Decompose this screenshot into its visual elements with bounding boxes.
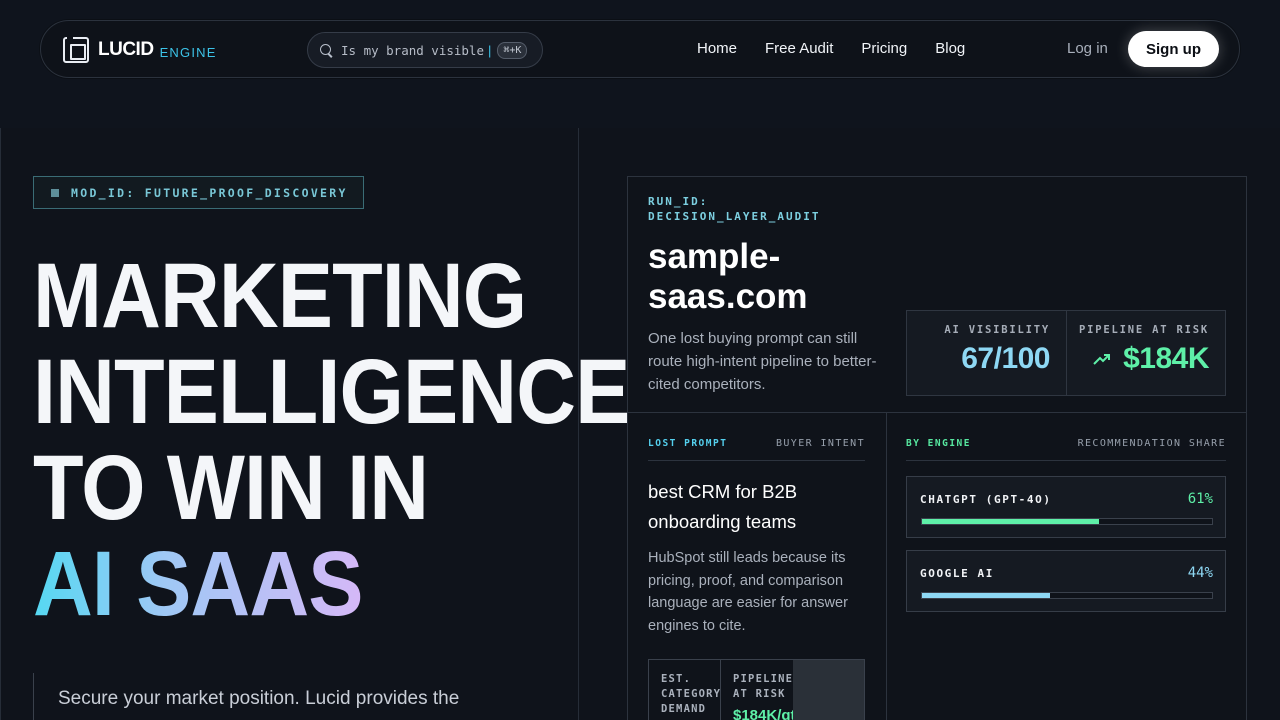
by-engine-heading: BY ENGINE xyxy=(906,437,971,449)
pipeline-table: EST. CATEGORY DEMAND PIPELINE AT RISK $1… xyxy=(648,659,865,720)
recommendation-share-label: RECOMMENDATION SHARE xyxy=(1077,437,1226,449)
nav-link-home[interactable]: Home xyxy=(697,40,737,57)
lost-prompt-heading: LOST PROMPT xyxy=(648,437,728,449)
mod-id-tag: MOD_ID: FUTURE_PROOF_DISCOVERY xyxy=(33,176,364,209)
table-cell: EST. CATEGORY DEMAND xyxy=(649,660,721,720)
hero-headline-line-1: MARKETING xyxy=(33,245,527,347)
search-input[interactable]: Is my brand visible | ⌘+K xyxy=(307,32,543,68)
panel-column-divider xyxy=(886,412,887,720)
engine-row-google-ai: GOOGLE AI 44% xyxy=(906,550,1226,612)
table-cell: PIPELINE AT RISK $184K/qtr xyxy=(721,660,802,720)
share-bar-track xyxy=(921,518,1213,525)
nav-link-free-audit[interactable]: Free Audit xyxy=(765,40,833,57)
cell-value: $184K/qtr xyxy=(733,707,802,720)
share-bar-fill xyxy=(922,593,1050,598)
signup-button[interactable]: Sign up xyxy=(1128,31,1219,67)
metric-value-row: $184K xyxy=(1067,342,1209,376)
cell-label: EST. CATEGORY DEMAND xyxy=(661,673,722,715)
search-icon xyxy=(320,43,333,57)
run-id: RUN_ID: DECISION_LAYER_AUDIT xyxy=(648,195,821,223)
cell-label: PIPELINE AT RISK xyxy=(733,673,794,700)
column-rule xyxy=(648,460,865,461)
nav-link-pricing[interactable]: Pricing xyxy=(861,40,907,57)
metric-label: AI VISIBILITY xyxy=(944,324,1050,336)
mod-id-text: MOD_ID: FUTURE_PROOF_DISCOVERY xyxy=(71,185,348,200)
metric-value: $184K xyxy=(1123,342,1209,375)
engine-name: CHATGPT (GPT-4O) xyxy=(920,493,1052,506)
nav-links: Home Free Audit Pricing Blog xyxy=(697,40,965,57)
buyer-intent-label: BUYER INTENT xyxy=(775,437,865,449)
metric-pipeline-at-risk: PIPELINE AT RISK $184K xyxy=(1066,311,1225,395)
share-bar-fill xyxy=(922,519,1099,524)
table-cell xyxy=(793,660,864,720)
panel-divider xyxy=(628,412,1246,413)
lost-prompt-title: best CRM for B2B onboarding teams xyxy=(648,481,798,532)
audit-description: One lost buying prompt can still route h… xyxy=(648,330,877,393)
square-bullet-icon xyxy=(51,188,59,197)
hero-description-rule xyxy=(33,673,34,720)
search-caret: | xyxy=(488,42,492,58)
left-divider xyxy=(0,128,1,720)
share-bar-track xyxy=(921,592,1213,599)
audited-domain: sample-saas.com xyxy=(648,237,808,316)
audit-panel: RUN_ID: DECISION_LAYER_AUDIT sample-saas… xyxy=(627,176,1247,720)
logo-sub: ENGINE xyxy=(159,44,217,60)
hero-headline-line-2: INTELLIGENCE xyxy=(33,341,630,443)
column-rule xyxy=(906,460,1226,461)
engine-row-chatgpt: CHATGPT (GPT-4O) 61% xyxy=(906,476,1226,538)
metric-ai-visibility: AI VISIBILITY 67/100 xyxy=(907,311,1066,395)
lost-prompt-description: HubSpot still leads because its pricing,… xyxy=(648,550,848,634)
hero-headline-line-3: TO WIN IN xyxy=(33,437,429,539)
nav-link-blog[interactable]: Blog xyxy=(935,40,965,57)
login-link[interactable]: Log in xyxy=(1067,40,1108,57)
logo-mark-icon xyxy=(63,37,89,63)
logo-word: LUCID xyxy=(98,39,154,60)
hero-headline-line-4: AI SAAS xyxy=(33,533,363,635)
by-engine-header: BY ENGINE RECOMMENDATION SHARE xyxy=(906,433,1226,453)
navbar: LUCID ENGINE Is my brand visible | ⌘+K H… xyxy=(40,20,1240,78)
hero-description: Secure your market position. Lucid provi… xyxy=(58,688,471,720)
search-placeholder: Is my brand visible xyxy=(341,42,484,58)
metric-label: PIPELINE AT RISK xyxy=(1079,324,1209,336)
lost-prompt-header: LOST PROMPT BUYER INTENT xyxy=(648,433,865,453)
engine-share: 61% xyxy=(1187,491,1213,507)
engine-name: GOOGLE AI xyxy=(920,567,995,580)
trend-up-icon xyxy=(1093,354,1111,365)
metrics-box: AI VISIBILITY 67/100 PIPELINE AT RISK $1… xyxy=(906,310,1226,396)
search-shortcut-badge: ⌘+K xyxy=(497,41,528,59)
metric-value: 67/100 xyxy=(961,342,1050,375)
engine-share: 44% xyxy=(1187,565,1213,581)
logo[interactable]: LUCID ENGINE xyxy=(63,36,217,64)
